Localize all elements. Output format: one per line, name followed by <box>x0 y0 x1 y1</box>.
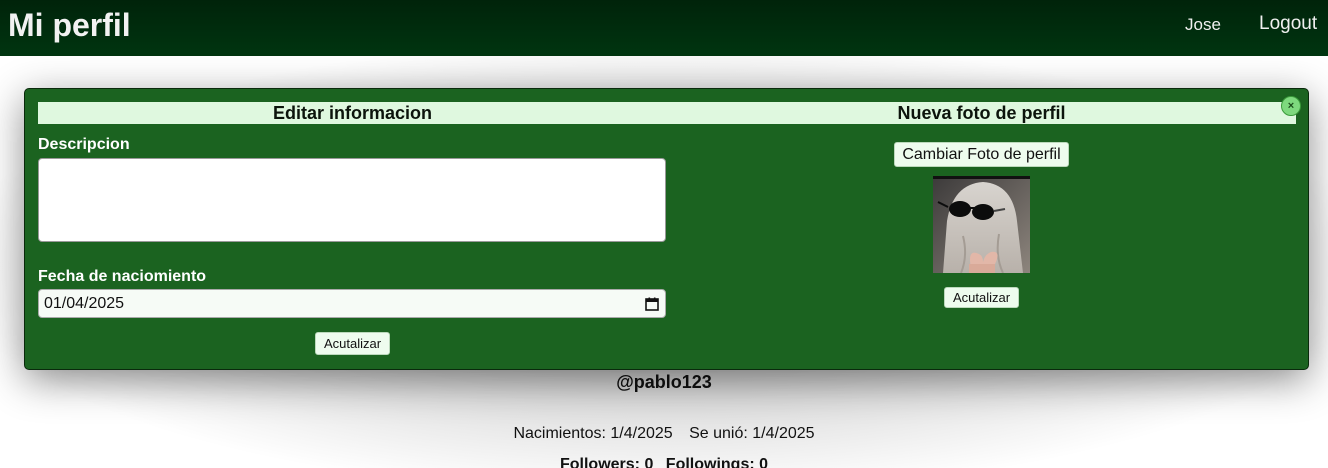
profile-dates: Nacimientos: 1/4/2025 Se unió: 1/4/2025 <box>0 425 1328 443</box>
update-photo-button[interactable]: Acutalizar <box>944 287 1019 308</box>
birthdate-value: 01/04/2025 <box>44 294 125 312</box>
birth-date-text: Nacimientos: 1/4/2025 <box>513 425 673 442</box>
change-photo-button[interactable]: Cambiar Foto de perfil <box>894 142 1069 167</box>
profile-photo <box>933 176 1030 273</box>
description-textarea[interactable] <box>38 158 666 242</box>
page-title: Mi perfil <box>8 7 131 43</box>
profile-follow-counts: Followers: 0 Followings: 0 <box>0 456 1328 468</box>
update-info-button[interactable]: Acutalizar <box>315 332 390 355</box>
birthdate-input[interactable]: 01/04/2025 <box>38 289 666 318</box>
logout-link[interactable]: Logout <box>1259 13 1317 35</box>
close-icon[interactable]: × <box>1281 96 1301 116</box>
nav-user-link[interactable]: Jose <box>1185 15 1221 35</box>
edit-info-heading: Editar informacion <box>272 103 433 123</box>
birthdate-label: Fecha de naciomiento <box>38 268 207 285</box>
followers-count[interactable]: Followers: 0 <box>560 456 653 468</box>
profile-username: @pablo123 <box>616 372 712 392</box>
description-label: Descripcion <box>38 136 130 153</box>
modal-header-bar: Editar informacion Nueva foto de perfil <box>38 102 1296 124</box>
joined-date-text: Se unió: 1/4/2025 <box>689 425 815 442</box>
calendar-icon[interactable] <box>645 297 659 311</box>
top-navbar: Mi perfil Jose Logout <box>0 0 1328 56</box>
edit-profile-modal: Editar informacion Nueva foto de perfil … <box>24 88 1309 370</box>
followings-count[interactable]: Followings: 0 <box>666 456 768 468</box>
new-photo-heading: Nueva foto de perfil <box>897 103 1066 123</box>
